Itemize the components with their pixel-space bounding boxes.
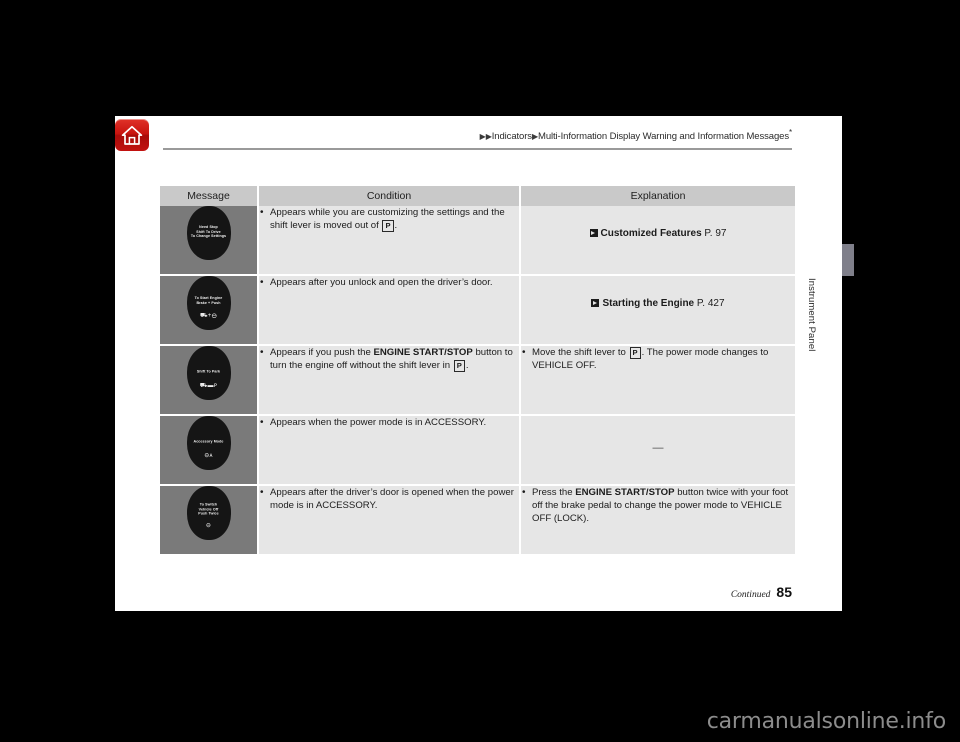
reference-page: P. 97 (704, 228, 727, 239)
manual-page: ▶▶Indicators▶Multi-Information Display W… (115, 116, 842, 611)
mid-display-graphic: To Start Engine Brake + Push ⛟+⊖ (186, 276, 231, 330)
mid-display-icons: ⊖ᴀ (204, 453, 213, 459)
breadcrumb: ▶▶Indicators▶Multi-Information Display W… (163, 128, 792, 144)
explanation-text-pre: Move the shift lever to (532, 347, 629, 358)
condition-text-bold: ENGINE START/STOP (373, 347, 473, 358)
condition-cell: Appears if you push the ENGINE START/STO… (258, 345, 521, 416)
table-row: To Start Engine Brake + Push ⛟+⊖ Appears… (160, 275, 795, 346)
condition-text: Appears when the power mode is in ACCESS… (259, 415, 519, 429)
condition-cell: Appears after the driver’s door is opene… (258, 485, 521, 554)
mid-display-text: Accessory Mode (193, 439, 224, 444)
condition-text-pre: Appears after the driver’s door is opene… (270, 487, 514, 512)
page-reference-icon (589, 229, 598, 237)
mid-display-icons: ⛟▬ᴘ (199, 383, 218, 389)
mid-display-text: Need Stop Shift To Drive To Change Setti… (190, 225, 227, 239)
mid-display-text: To Start Engine Brake + Push (194, 296, 223, 305)
condition-text-pre: Appears after you unlock and open the dr… (270, 277, 493, 288)
explanation-cell: — (520, 415, 795, 486)
page-footer: Continued 85 (731, 584, 792, 602)
mid-display-text: Shift To Park (196, 369, 221, 374)
condition-text-post: . (465, 360, 469, 372)
mid-display-graphic: Accessory Mode ⊖ᴀ (186, 416, 231, 470)
message-cell: Accessory Mode ⊖ᴀ (160, 415, 259, 486)
header-divider (163, 148, 792, 150)
condition-text-post: . (394, 220, 398, 232)
condition-text: Appears after the driver’s door is opene… (259, 485, 519, 512)
explanation-empty-dash: — (652, 442, 664, 454)
section-tab-marker (842, 244, 854, 276)
explanation-text: Press the ENGINE START/STOP button twice… (521, 486, 795, 526)
column-header-explanation: Explanation (520, 186, 795, 206)
message-table: Message Condition Explanation Need Stop … (160, 186, 795, 554)
mid-display-graphic: Shift To Park ⛟▬ᴘ (186, 346, 231, 400)
condition-text-pre: Appears when the power mode is in ACCESS… (270, 417, 487, 428)
condition-text-pre: Appears if you push the (270, 347, 374, 358)
reference-title: Starting the Engine (602, 298, 695, 309)
page-reference-icon (591, 299, 600, 307)
explanation-text-bold: ENGINE START/STOP (575, 487, 675, 498)
column-header-message: Message (160, 186, 259, 206)
table-row: Need Stop Shift To Drive To Change Setti… (160, 205, 795, 276)
message-cell: To Switch Vehicle Off Push Twice ⊖ (160, 485, 259, 554)
table-row: To Switch Vehicle Off Push Twice ⊖ Appea… (160, 485, 795, 554)
breadcrumb-parent[interactable]: Indicators (492, 131, 532, 142)
table-row: Shift To Park ⛟▬ᴘ Appears if you push th… (160, 345, 795, 416)
page-number: 85 (776, 584, 792, 600)
reference-title: Customized Features (600, 228, 702, 239)
shift-position-box: P (453, 359, 465, 372)
message-cell: Shift To Park ⛟▬ᴘ (160, 345, 259, 416)
breadcrumb-arrow: ▶ (531, 131, 538, 141)
mid-display-icons: ⛟+⊖ (199, 313, 218, 319)
breadcrumb-arrow-double: ▶▶ (479, 131, 492, 141)
condition-cell: Appears while you are customizing the se… (258, 205, 521, 276)
message-cell: Need Stop Shift To Drive To Change Setti… (160, 206, 259, 276)
breadcrumb-current[interactable]: Multi-Information Display Warning and In… (538, 131, 789, 142)
home-icon[interactable] (115, 119, 149, 151)
explanation-cell: Starting the Engine P. 427 (520, 275, 795, 346)
mid-display-text: To Switch Vehicle Off Push Twice (198, 502, 219, 516)
message-cell: To Start Engine Brake + Push ⛟+⊖ (160, 275, 259, 346)
table-header-row: Message Condition Explanation (160, 186, 795, 206)
mid-display-graphic: To Switch Vehicle Off Push Twice ⊖ (186, 486, 231, 540)
explanation-cell: Press the ENGINE START/STOP button twice… (520, 485, 795, 554)
condition-text: Appears if you push the ENGINE START/STO… (259, 345, 519, 372)
condition-cell: Appears when the power mode is in ACCESS… (258, 415, 521, 486)
explanation-text: Move the shift lever to P. The power mod… (521, 345, 795, 372)
shift-position-box: P (629, 346, 641, 359)
mid-display-icons: ⊖ (205, 523, 212, 529)
shift-position-box: P (382, 219, 394, 232)
explanation-cell: Customized Features P. 97 (520, 206, 795, 276)
mid-display-graphic: Need Stop Shift To Drive To Change Setti… (186, 206, 231, 260)
condition-text: Appears while you are customizing the se… (259, 205, 519, 232)
section-tab-label: Instrument Panel (806, 278, 817, 352)
condition-cell: Appears after you unlock and open the dr… (258, 275, 521, 346)
screenshot-root: ▶▶Indicators▶Multi-Information Display W… (0, 0, 960, 742)
table-row: Accessory Mode ⊖ᴀ Appears when the power… (160, 415, 795, 486)
reference-link[interactable]: Starting the Engine P. 427 (521, 276, 795, 309)
condition-text: Appears after you unlock and open the dr… (259, 275, 519, 289)
breadcrumb-footnote-marker: * (788, 128, 792, 137)
explanation-cell: Move the shift lever to P. The power mod… (520, 345, 795, 416)
reference-page: P. 427 (696, 298, 725, 309)
reference-link[interactable]: Customized Features P. 97 (521, 206, 795, 239)
home-glyph (121, 125, 143, 145)
continued-label: Continued (730, 590, 771, 600)
column-header-condition: Condition (258, 186, 521, 206)
watermark: carmanualsonline.info (706, 709, 946, 734)
explanation-text-pre: Press the (532, 487, 576, 498)
